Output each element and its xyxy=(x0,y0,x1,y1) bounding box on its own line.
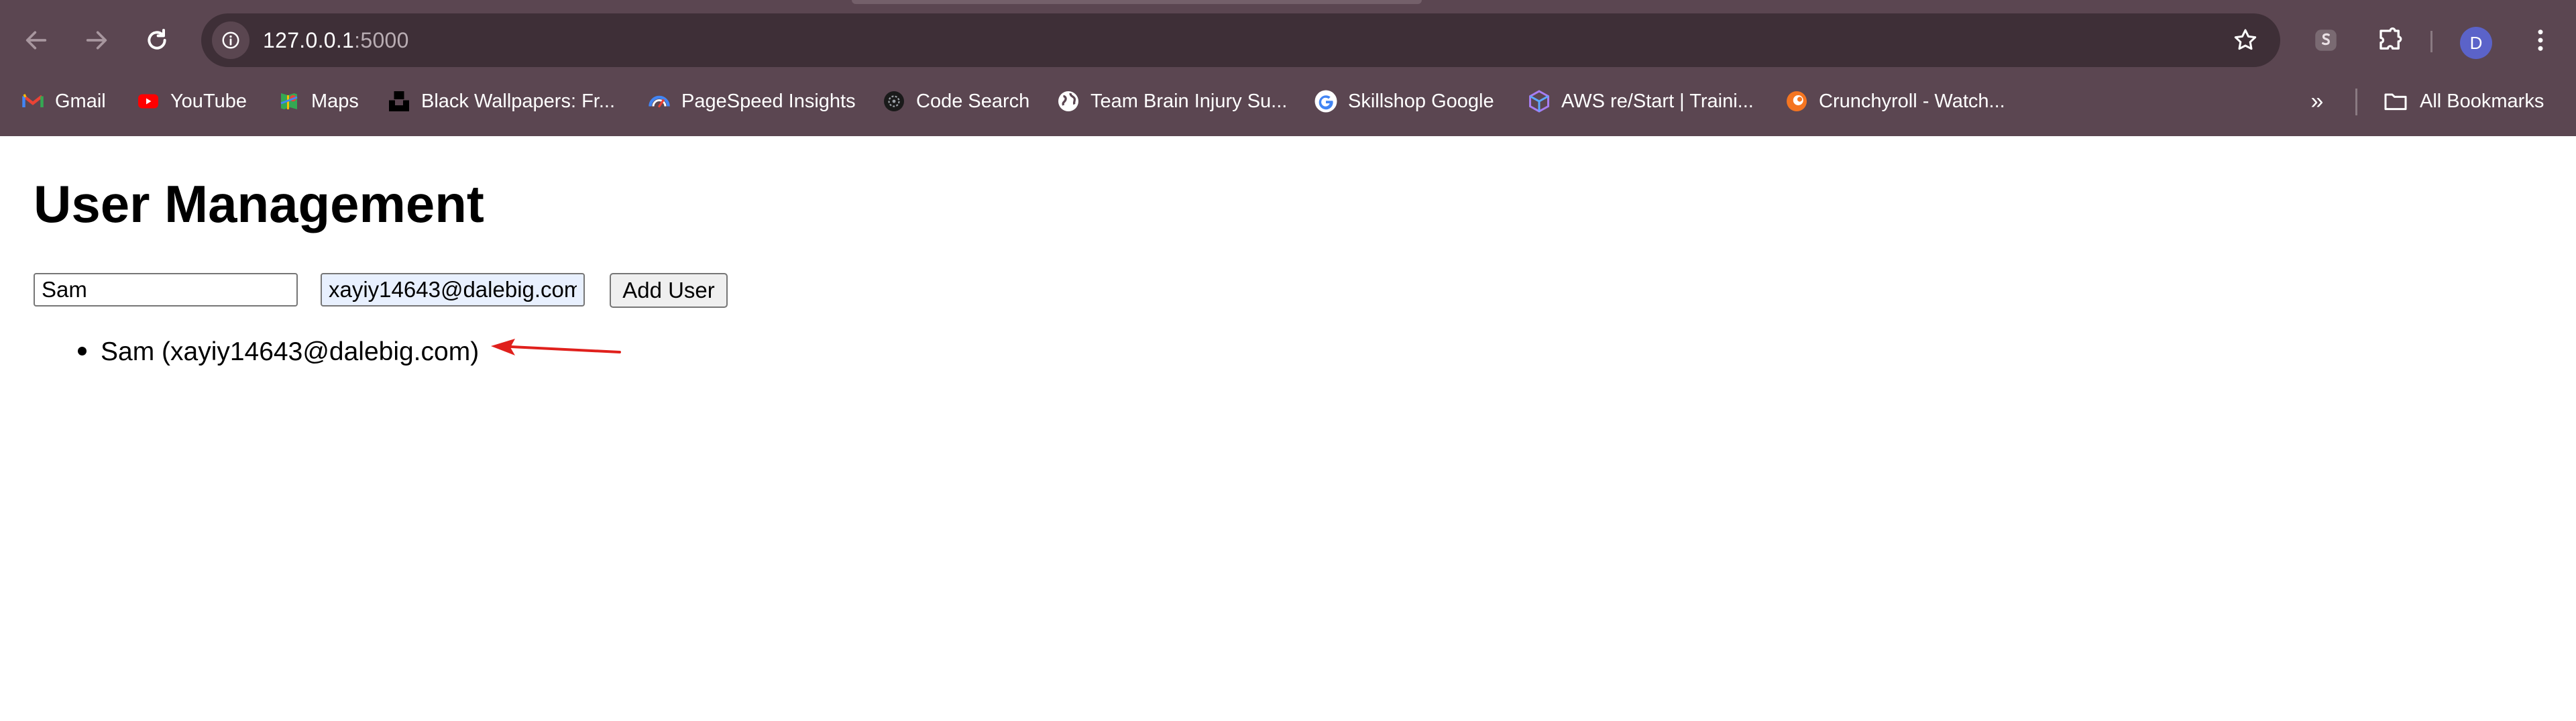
pagespeed-icon xyxy=(647,89,672,114)
bookmark-label: Gmail xyxy=(55,90,106,112)
bookmark-label: Maps xyxy=(311,90,359,112)
bookmarks-divider xyxy=(2355,89,2357,115)
crunchyroll-icon xyxy=(1784,89,1809,114)
bookmark-label: Crunchyroll - Watch... xyxy=(1819,90,2005,112)
profile-avatar[interactable]: D xyxy=(2460,27,2492,59)
name-input[interactable] xyxy=(34,273,298,307)
globe-icon xyxy=(1056,89,1081,114)
extension-s-icon xyxy=(2315,30,2337,51)
page-title: User Management xyxy=(34,174,484,233)
bookmark-pagespeed[interactable]: PageSpeed Insights xyxy=(647,82,856,121)
page-content: User Management Add User Sam (xayiy14643… xyxy=(0,136,2576,721)
url-text[interactable]: 127.0.0.1:5000 xyxy=(263,13,409,67)
unsplash-icon xyxy=(386,89,412,114)
user-list-item: Sam (xayiy14643@dalebig.com) xyxy=(78,337,480,367)
code-search-icon xyxy=(881,89,907,114)
reload-icon xyxy=(148,29,166,50)
url-port: :5000 xyxy=(354,28,409,52)
browser-menu-button[interactable] xyxy=(2523,23,2558,58)
maps-icon xyxy=(276,89,302,114)
bookmark-black-wallpapers[interactable]: Black Wallpapers: Fr... xyxy=(386,82,615,121)
forward-button[interactable] xyxy=(75,19,118,62)
youtube-icon xyxy=(135,89,161,114)
star-icon xyxy=(2234,29,2257,50)
folder-icon xyxy=(2384,93,2407,111)
aws-icon xyxy=(1526,89,1552,114)
bookmark-label: Team Brain Injury Su... xyxy=(1090,90,1288,112)
bookmark-aws-restart[interactable]: AWS re/Start | Traini... xyxy=(1526,82,1754,121)
bookmark-skillshop[interactable]: Skillshop Google xyxy=(1313,82,1494,121)
url-host: 127.0.0.1 xyxy=(263,28,355,52)
add-user-button[interactable]: Add User xyxy=(610,273,728,308)
back-button[interactable] xyxy=(15,19,58,62)
annotation-arrow-icon xyxy=(491,339,621,355)
puzzle-icon xyxy=(2379,27,2402,50)
bookmark-label: PageSpeed Insights xyxy=(681,90,856,112)
bookmarks-bar: Gmail YouTube Maps Black Wallpapers: Fr.… xyxy=(0,82,2576,121)
kebab-menu-icon xyxy=(2538,30,2543,51)
bookmark-youtube[interactable]: YouTube xyxy=(135,82,247,121)
bookmark-label: Black Wallpapers: Fr... xyxy=(421,90,616,112)
email-input[interactable] xyxy=(321,273,585,307)
browser-chrome: 127.0.0.1:5000 D Gmail YouTube Maps Blac… xyxy=(0,0,2576,136)
user-entry-text: Sam (xayiy14643@dalebig.com) xyxy=(101,337,480,366)
bookmark-crunchyroll[interactable]: Crunchyroll - Watch... xyxy=(1784,82,2005,121)
forward-arrow-icon xyxy=(86,31,107,50)
site-info-button[interactable] xyxy=(212,21,249,59)
bookmark-label: Code Search xyxy=(916,90,1030,112)
bookmarks-overflow-button[interactable]: » xyxy=(2302,86,2333,117)
back-arrow-icon xyxy=(25,31,47,50)
google-icon xyxy=(1313,89,1339,114)
address-bar[interactable]: 127.0.0.1:5000 xyxy=(201,13,2280,67)
extensions-button[interactable] xyxy=(2373,23,2408,58)
tab-strip xyxy=(852,0,1422,4)
bookmark-maps[interactable]: Maps xyxy=(276,82,359,121)
reload-button[interactable] xyxy=(135,19,178,62)
info-icon xyxy=(222,32,239,49)
toolbar-divider xyxy=(2430,31,2432,52)
bookmark-gmail[interactable]: Gmail xyxy=(20,82,106,121)
all-bookmarks-label: All Bookmarks xyxy=(2420,90,2544,112)
gmail-icon xyxy=(20,89,46,114)
browser-toolbar: 127.0.0.1:5000 D xyxy=(0,7,2576,70)
extension-button[interactable] xyxy=(2308,23,2343,58)
bookmark-label: Skillshop Google xyxy=(1348,90,1494,112)
bookmark-code-search[interactable]: Code Search xyxy=(881,82,1029,121)
bookmark-star-button[interactable] xyxy=(2228,23,2263,58)
bookmark-label: YouTube xyxy=(170,90,247,112)
bookmark-label: AWS re/Start | Traini... xyxy=(1561,90,1754,112)
list-bullet xyxy=(78,347,87,355)
bookmark-team-brain-injury[interactable]: Team Brain Injury Su... xyxy=(1056,82,1287,121)
all-bookmarks-button[interactable]: All Bookmarks xyxy=(2382,82,2544,121)
